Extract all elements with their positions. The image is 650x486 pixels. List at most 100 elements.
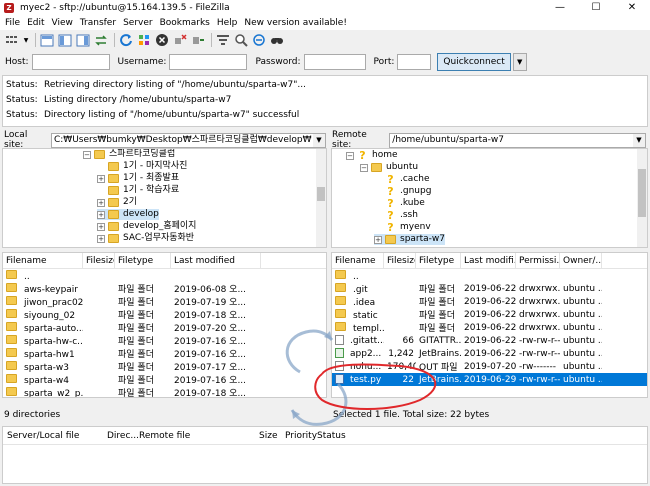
tree-node[interactable]: − ubuntu (360, 162, 418, 173)
tree-node[interactable]: ? .gnupg (374, 186, 431, 197)
list-item[interactable]: siyoung_02 파일 폴더 2019-07-18 오... (3, 308, 326, 321)
expand-icon[interactable]: + (97, 210, 105, 219)
host-input[interactable] (31, 54, 110, 70)
tree-node[interactable]: ? .cache (374, 174, 429, 185)
expand-icon[interactable]: + (97, 174, 105, 183)
local-file-list[interactable]: Filename Filesize Filetype Last modified… (2, 252, 327, 398)
local-path-dropdown-icon[interactable]: ▼ (313, 133, 325, 147)
quickconnect-dropdown-icon[interactable]: ▼ (512, 53, 527, 71)
list-item[interactable]: sparta_w2_p... 파일 폴더 2019-07-18 오... (3, 386, 326, 397)
list-item[interactable]: app2...1,242JetBrains...2019-06-22...-rw… (332, 347, 647, 360)
sync-browse-icon[interactable] (251, 32, 267, 48)
column-remote-file[interactable]: Remote file (135, 427, 255, 444)
menu-edit[interactable]: Edit (27, 18, 44, 28)
list-item[interactable]: sparta-hw-c... 파일 폴더 2019-07-16 오... (3, 334, 326, 347)
list-item[interactable]: sparta-hw1 파일 폴더 2019-07-16 오... (3, 347, 326, 360)
list-item[interactable]: static파일 폴더2019-06-22...drwxrwx...ubuntu… (332, 308, 647, 321)
list-item[interactable]: aws-keypair 파일 폴더 2019-06-08 오... (3, 282, 326, 295)
list-item[interactable]: sparta-w3 파일 폴더 2019-07-17 오... (3, 360, 326, 373)
process-queue-icon[interactable] (136, 32, 152, 48)
local-tree-scrollbar[interactable] (316, 149, 326, 247)
menu-bookmarks[interactable]: Bookmarks (160, 18, 210, 28)
tree-node-selected[interactable]: + develop (97, 209, 159, 220)
collapse-icon[interactable]: − (360, 163, 368, 172)
compare-icon[interactable] (233, 32, 249, 48)
refresh-icon[interactable] (118, 32, 134, 48)
cancel-operation-icon[interactable] (154, 32, 170, 48)
column-server-local-file[interactable]: Server/Local file (3, 427, 103, 444)
remote-path-dropdown-icon[interactable]: ▼ (633, 133, 645, 147)
remote-tree-scrollbar[interactable] (637, 149, 647, 247)
menu-transfer[interactable]: Transfer (80, 18, 116, 28)
tree-node[interactable]: − 스파르타코딩클럽 (83, 149, 175, 160)
remote-path-input[interactable]: /home/ubuntu/sparta-w7 ▼ (389, 132, 646, 148)
menu-new-version[interactable]: New version available! (244, 18, 347, 28)
tree-node[interactable]: +2기 (97, 197, 137, 208)
transfer-queue[interactable]: Server/Local file Direc... Remote file S… (2, 426, 648, 484)
expand-icon[interactable]: + (97, 234, 105, 243)
password-input[interactable] (303, 54, 366, 70)
username-input[interactable] (169, 54, 248, 70)
column-permissions[interactable]: Permissi... (516, 253, 560, 268)
scrollbar-thumb[interactable] (638, 169, 646, 217)
expand-icon[interactable]: + (97, 198, 105, 207)
column-owner[interactable]: Owner/... (560, 253, 602, 268)
site-manager-dropdown-icon[interactable]: ▼ (22, 32, 30, 48)
column-filename[interactable]: Filename (332, 253, 384, 268)
tree-node[interactable]: −? home (346, 150, 398, 161)
list-item[interactable]: .. (3, 269, 326, 282)
list-item[interactable]: jiwon_prac02 파일 폴더 2019-07-19 오... (3, 295, 326, 308)
column-size[interactable]: Size (255, 427, 281, 444)
column-filesize[interactable]: Filesize (384, 253, 416, 268)
list-item[interactable]: .idea파일 폴더2019-06-22...drwxrwx...ubuntu … (332, 295, 647, 308)
remote-directory-tree[interactable]: −? home − ubuntu ? .cache ? .gnupg ? .kube ?.… (331, 148, 648, 248)
tree-node[interactable]: +1기 - 최종발표 (97, 173, 179, 184)
remote-file-list[interactable]: Filename Filesize Filetype Last modifi..… (331, 252, 648, 398)
scrollbar-thumb[interactable] (317, 187, 325, 201)
menu-file[interactable]: File (5, 18, 20, 28)
tree-node[interactable]: + SAC-업무자동화반 (97, 233, 194, 244)
list-item[interactable]: nohu...170,406OUT 파일2019-07-20...-rw----… (332, 360, 647, 373)
list-item[interactable]: .. (332, 269, 647, 282)
expand-icon[interactable]: + (97, 222, 105, 231)
column-filesize[interactable]: Filesize (83, 253, 115, 268)
menu-server[interactable]: Server (123, 18, 153, 28)
quickconnect-button[interactable]: Quickconnect (437, 53, 511, 71)
column-last-modified[interactable]: Last modifi... (461, 253, 516, 268)
port-input[interactable] (397, 54, 432, 70)
column-status[interactable]: Status (313, 427, 353, 444)
toggle-local-tree-icon[interactable] (57, 32, 73, 48)
list-item[interactable]: sparta-auto... 파일 폴더 2019-07-20 오... (3, 321, 326, 334)
minimize-button[interactable]: — (542, 0, 578, 16)
collapse-icon[interactable]: − (83, 150, 91, 159)
message-log[interactable]: Status: Retrieving directory listing of "… (2, 75, 648, 127)
column-filename[interactable]: Filename (3, 253, 83, 268)
menu-help[interactable]: Help (217, 18, 238, 28)
list-item[interactable]: .gitatt...66GITATTR...2019-06-22...-rw-r… (332, 334, 647, 347)
maximize-button[interactable]: ☐ (578, 0, 614, 16)
site-manager-icon[interactable] (4, 32, 20, 48)
toggle-remote-tree-icon[interactable] (75, 32, 91, 48)
filter-icon[interactable] (215, 32, 231, 48)
list-item[interactable]: sparta-w4 파일 폴더 2019-07-16 오... (3, 373, 326, 386)
column-last-modified[interactable]: Last modified (171, 253, 261, 268)
column-direction[interactable]: Direc... (103, 427, 139, 444)
column-priority[interactable]: Priority (281, 427, 317, 444)
reconnect-icon[interactable] (190, 32, 206, 48)
local-path-input[interactable]: C:₩Users₩bumky₩Desktop₩스파르타코딩클럽₩develop₩… (50, 132, 326, 148)
tree-node-selected[interactable]: + sparta-w7 (374, 234, 445, 245)
search-remote-icon[interactable] (269, 32, 285, 48)
toggle-queue-icon[interactable] (93, 32, 109, 48)
local-directory-tree[interactable]: − 스파르타코딩클럽 1기 - 마지막사진 +1기 - 최종발표 1기 - 학습자… (2, 148, 327, 248)
tree-node[interactable]: ? myenv (374, 222, 430, 233)
list-item[interactable]: .git파일 폴더2019-06-22...drwxrwx...ubuntu .… (332, 282, 647, 295)
list-item-selected[interactable]: test.py22JetBrains...2019-06-29...-rw-rw… (332, 373, 647, 386)
list-item[interactable]: templ...파일 폴더2019-06-22...drwxrwx...ubun… (332, 321, 647, 334)
tree-node[interactable]: + develop_홈페이지 (97, 221, 196, 232)
column-filetype[interactable]: Filetype (416, 253, 461, 268)
expand-icon[interactable]: + (374, 235, 382, 244)
tree-node[interactable]: ? .kube (374, 198, 424, 209)
tree-node[interactable]: 1기 - 학습자료 (97, 185, 179, 196)
collapse-icon[interactable]: − (346, 151, 354, 160)
tree-node[interactable]: 1기 - 마지막사진 (97, 161, 187, 172)
